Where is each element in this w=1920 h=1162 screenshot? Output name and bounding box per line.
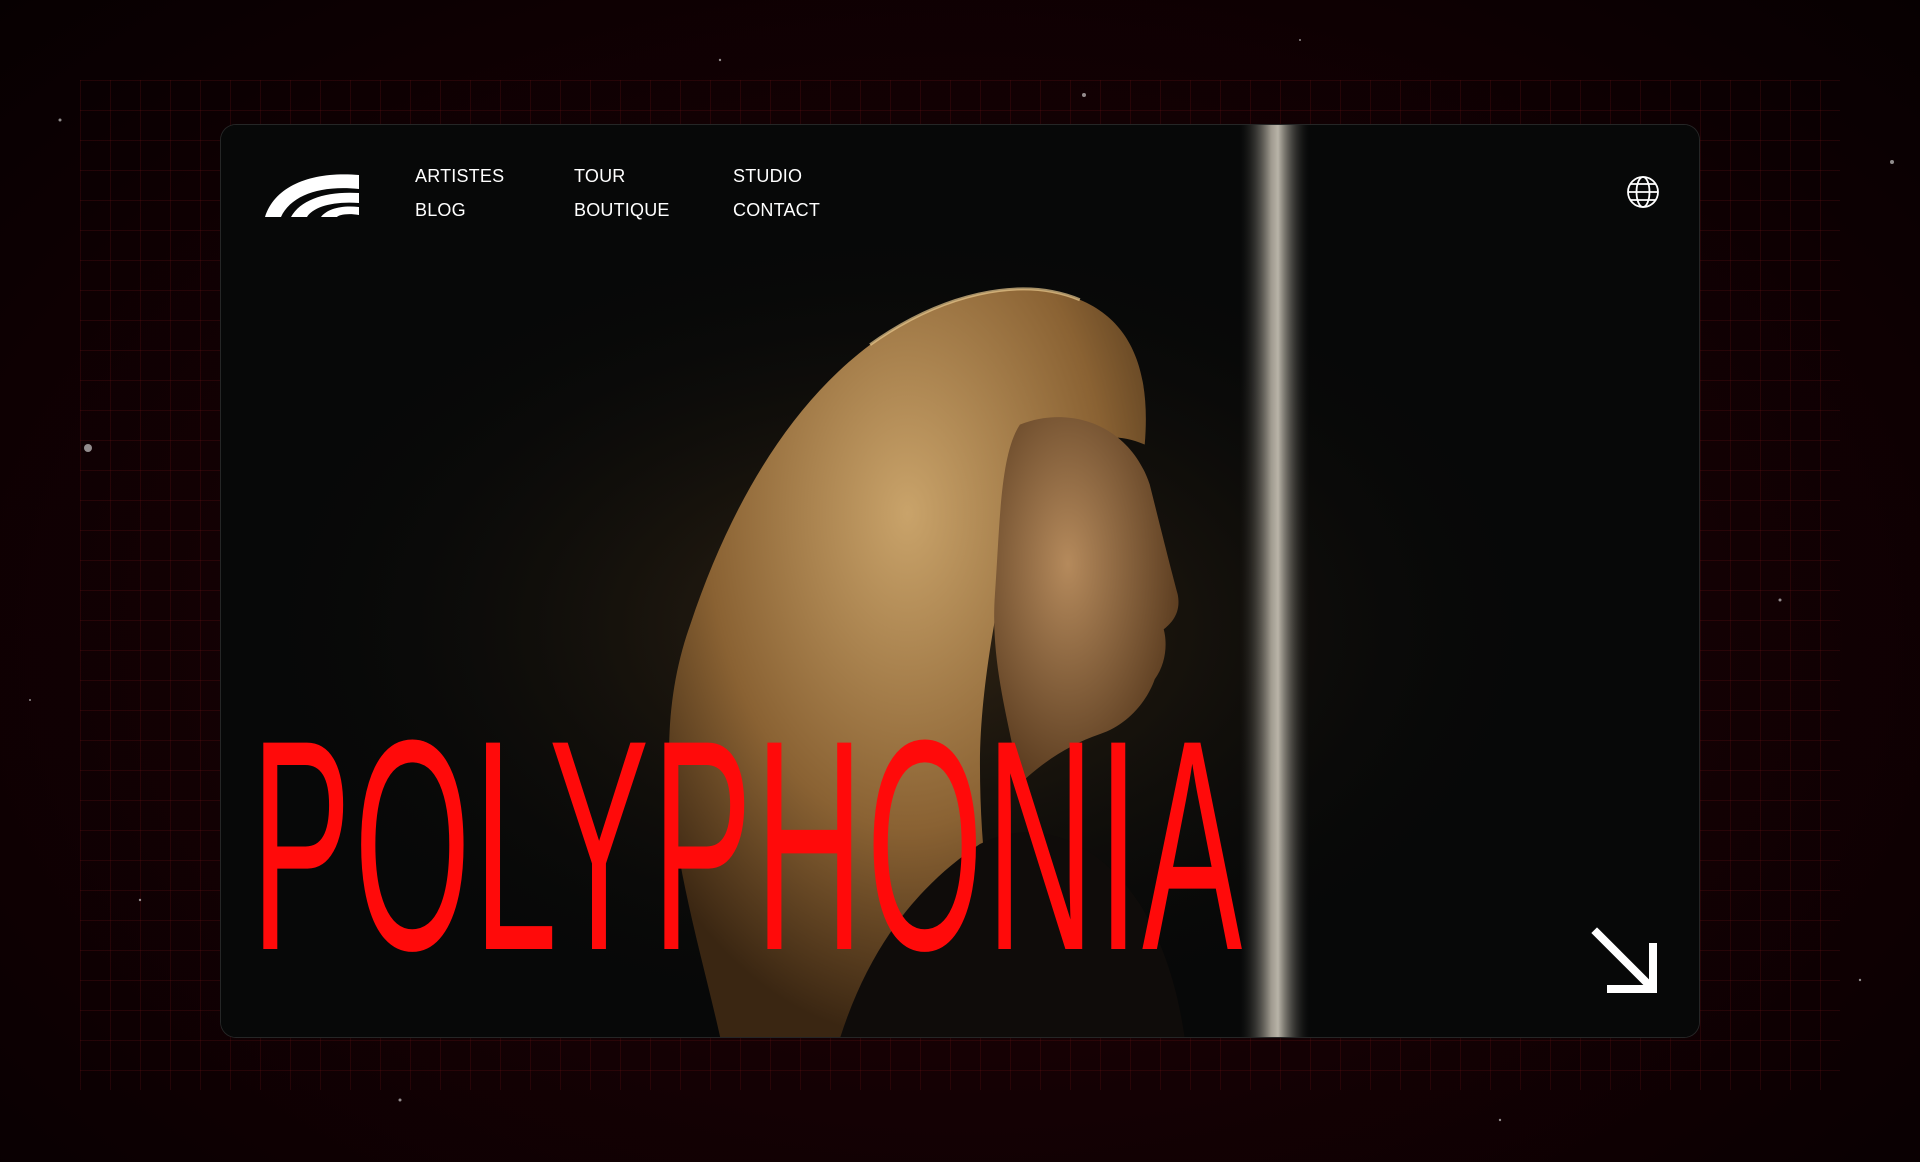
hero-card: ARTISTES TOUR STUDIO BLOG BOUTIQUE CONTA… xyxy=(220,124,1700,1038)
nav-link-tour[interactable]: TOUR xyxy=(574,165,733,187)
nav-link-boutique[interactable]: BOUTIQUE xyxy=(574,199,733,221)
hero-title: POLYPHONIA xyxy=(251,677,1246,1013)
nav-link-blog[interactable]: BLOG xyxy=(415,199,574,221)
nav-link-artistes[interactable]: ARTISTES xyxy=(415,165,574,187)
nav-link-contact[interactable]: CONTACT xyxy=(733,199,892,221)
nav-link-studio[interactable]: STUDIO xyxy=(733,165,892,187)
globe-icon[interactable] xyxy=(1626,175,1660,209)
main-nav: ARTISTES TOUR STUDIO BLOG BOUTIQUE CONTA… xyxy=(415,165,892,221)
arrow-down-right-icon[interactable] xyxy=(1587,923,1663,999)
brand-logo[interactable] xyxy=(261,165,361,221)
